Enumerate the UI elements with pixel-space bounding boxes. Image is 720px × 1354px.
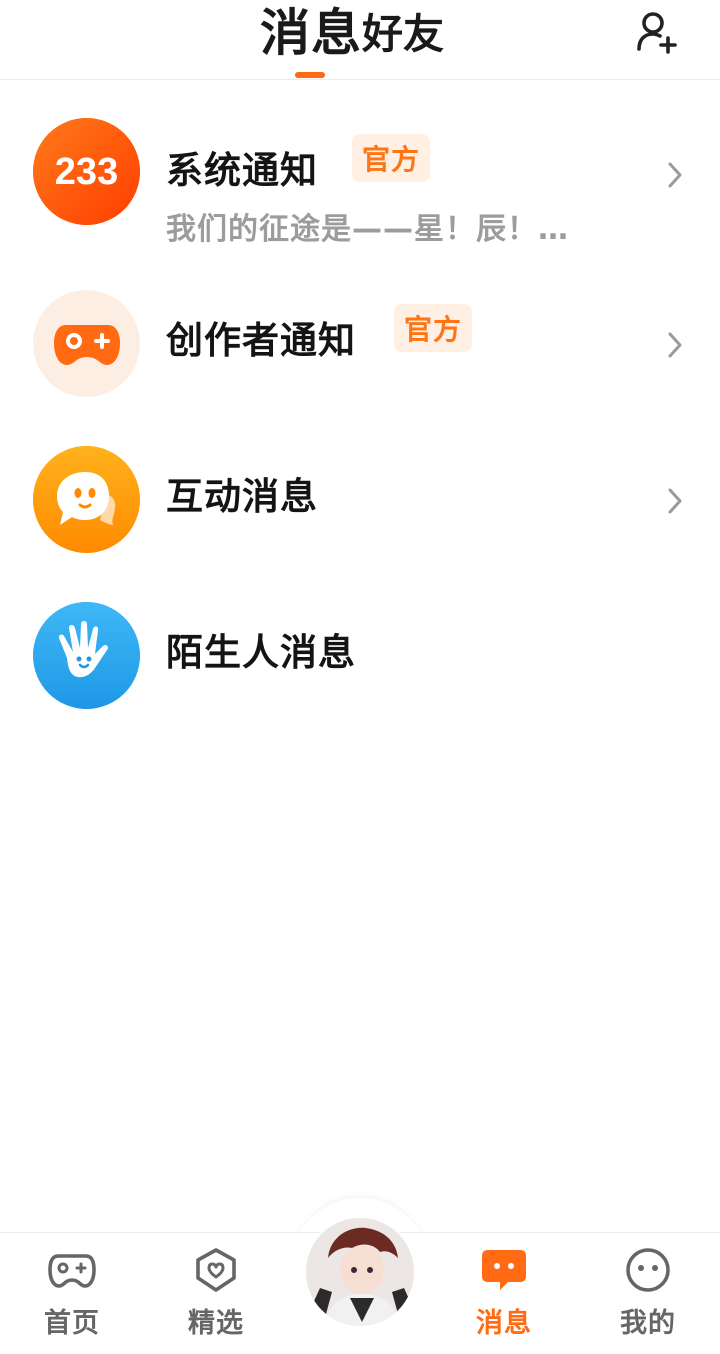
- smiley-icon: [626, 1248, 670, 1292]
- nav-featured[interactable]: 精选: [166, 1246, 266, 1346]
- nav-home[interactable]: 首页: [22, 1246, 122, 1346]
- nav-label: 消息: [476, 1308, 532, 1339]
- nav-label: 精选: [188, 1308, 244, 1339]
- person-add-icon[interactable]: [634, 8, 680, 54]
- chevron-right-icon: [668, 162, 682, 188]
- row-title: 互动消息: [166, 475, 318, 518]
- list-item-interaction-messages[interactable]: 互动消息: [0, 426, 720, 582]
- row-title: 陌生人消息: [166, 631, 356, 674]
- header-tabs: 消息 好友: [260, 0, 444, 80]
- gamepad-icon: [33, 290, 140, 397]
- svg-text:233: 233: [55, 151, 118, 193]
- gamepad-icon: [48, 1254, 96, 1288]
- list-item-stranger-messages[interactable]: 陌生人消息: [0, 582, 720, 738]
- nav-label: 我的: [620, 1308, 676, 1339]
- row-subtitle: 我们的征途是——星！辰！…: [166, 212, 569, 247]
- official-badge: 官方: [352, 134, 431, 182]
- chevron-right-icon: [668, 332, 682, 358]
- nav-label: 首页: [44, 1308, 100, 1339]
- tab-friends[interactable]: 好友: [362, 0, 444, 55]
- list-item-creator-notice[interactable]: 创作者通知 官方: [0, 270, 720, 426]
- waving-hand-icon: [33, 602, 140, 709]
- chat-bubble-icon: [33, 446, 140, 553]
- user-avatar[interactable]: [304, 1216, 416, 1328]
- heart-badge-icon: [196, 1248, 236, 1292]
- 233-logo-icon: 233: [33, 118, 140, 225]
- nav-messages[interactable]: 消息: [454, 1246, 554, 1346]
- list-item-system-notice[interactable]: 233 系统通知 官方 我们的征途是——星！辰！…: [0, 100, 720, 256]
- active-tab-indicator: [295, 72, 325, 78]
- top-header: 消息 好友: [0, 0, 720, 80]
- row-title: 系统通知: [166, 149, 318, 192]
- tab-messages[interactable]: 消息: [260, 0, 362, 58]
- official-badge: 官方: [394, 304, 473, 352]
- row-title: 创作者通知: [166, 319, 356, 362]
- message-icon: [482, 1250, 526, 1290]
- chevron-right-icon: [668, 488, 682, 514]
- nav-profile[interactable]: 我的: [598, 1246, 698, 1346]
